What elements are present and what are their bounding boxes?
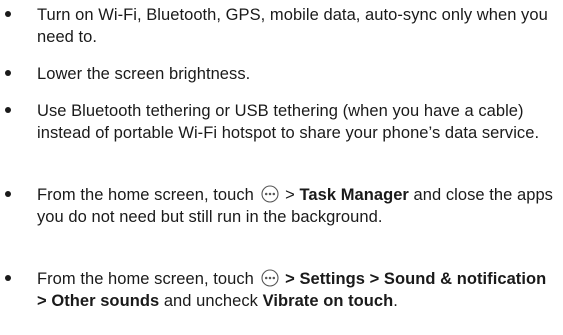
path-separator: > — [285, 186, 295, 204]
task-manager-label: Task Manager — [299, 186, 409, 204]
apps-launcher-icon — [260, 269, 279, 287]
bullet-icon — [5, 107, 11, 113]
tip-text: Lower the screen brightness. — [37, 65, 251, 83]
bullet-icon — [5, 11, 11, 17]
vibrate-on-touch-label: Vibrate on touch — [262, 292, 394, 310]
tip-end: . — [393, 292, 398, 310]
tip-text: From the home screen, touch > Settings >… — [37, 268, 559, 312]
tip-middle: and uncheck — [163, 292, 258, 310]
bullet-icon — [5, 275, 11, 281]
apps-launcher-icon — [260, 185, 279, 203]
tip-text: Use Bluetooth tethering or USB tethering… — [37, 102, 540, 142]
bullet-icon — [5, 70, 11, 76]
document-page: Turn on Wi-Fi, Bluetooth, GPS, mobile da… — [0, 0, 563, 335]
tip-prefix: From the home screen, touch — [37, 270, 254, 288]
tip-prefix: From the home screen, touch — [37, 186, 254, 204]
tip-text: Turn on Wi-Fi, Bluetooth, GPS, mobile da… — [37, 6, 548, 46]
tip-text: From the home screen, touch > Task Manag… — [37, 184, 559, 228]
bullet-icon — [5, 191, 11, 197]
